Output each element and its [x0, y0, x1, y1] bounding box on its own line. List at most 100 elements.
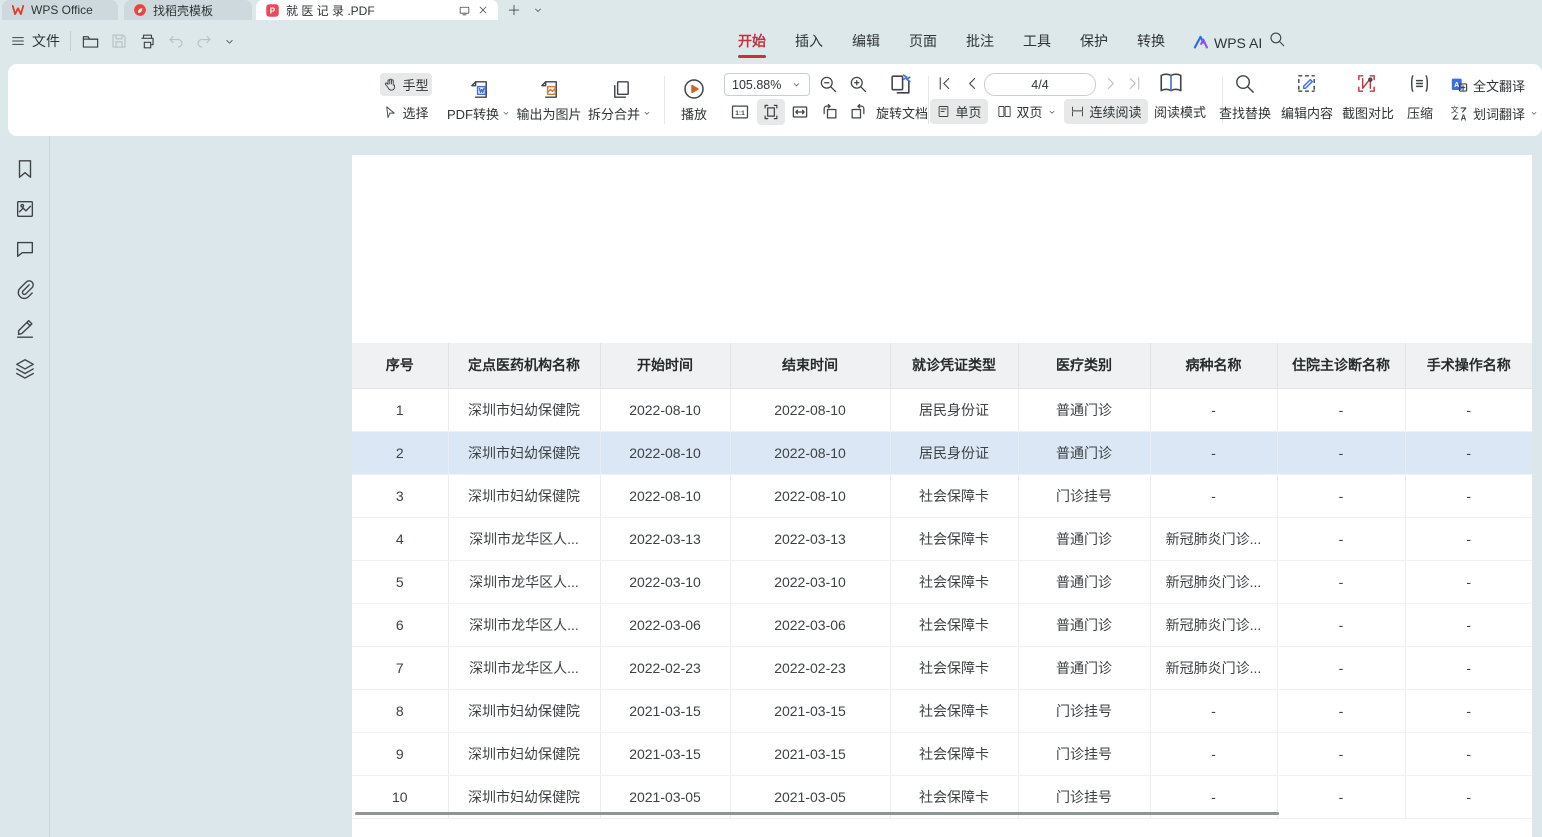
first-page-icon [936, 75, 953, 92]
tab-label: 找稻壳模板 [153, 2, 213, 19]
menu-tab-home[interactable]: 开始 [738, 24, 766, 58]
tab-wps-office[interactable]: WPS Office [2, 0, 118, 20]
menu-tab-edit[interactable]: 编辑 [852, 24, 880, 58]
table-header-cell: 就诊凭证类型 [890, 343, 1018, 388]
prev-page-button[interactable] [964, 75, 981, 92]
zoom-in-button[interactable] [848, 74, 868, 94]
hamburger-menu-icon [10, 33, 26, 49]
table-cell: 9 [352, 732, 448, 775]
layers-icon[interactable] [14, 357, 36, 379]
continuous-read-button[interactable]: 连续阅读 [1064, 99, 1148, 124]
select-tool-button[interactable]: 选择 [380, 101, 432, 124]
table-cell: 社会保障卡 [890, 646, 1018, 689]
menu-search-button[interactable] [1268, 30, 1286, 48]
tab-close-icon[interactable] [477, 4, 489, 16]
first-page-button[interactable] [936, 75, 953, 92]
table-cell: 深圳市妇幼保健院 [448, 388, 600, 431]
tab-medical-record-pdf[interactable]: 就 医 记 录 .PDF [256, 0, 498, 20]
print-icon[interactable] [138, 32, 157, 51]
export-image-label: 输出为图片 [516, 104, 581, 123]
split-merge-label: 拆分合并 [588, 104, 640, 123]
full-text-translate-button[interactable]: 全文翻译 [1450, 74, 1525, 96]
word-translate-button[interactable]: 划词翻译 [1450, 102, 1539, 124]
double-page-label: 双页 [1016, 102, 1042, 121]
table-cell: - [1277, 603, 1405, 646]
undo-icon[interactable] [167, 32, 185, 50]
word-translate-icon [1450, 104, 1469, 123]
read-mode-button[interactable]: 阅读模式 [1150, 99, 1210, 124]
table-cell: 社会保障卡 [890, 517, 1018, 560]
continuous-read-icon [1070, 104, 1085, 119]
last-page-button[interactable] [1126, 75, 1143, 92]
wps-logo-icon [11, 3, 25, 17]
horizontal-scrollbar-thumb[interactable] [355, 812, 1279, 815]
table-cell: 居民身份证 [890, 431, 1018, 474]
table-cell: 普通门诊 [1018, 517, 1150, 560]
menu-tab-page[interactable]: 页面 [909, 24, 937, 58]
hand-tool-button[interactable]: 手型 [380, 73, 432, 96]
menu-tab-comment[interactable]: 批注 [966, 24, 994, 58]
find-replace-button[interactable] [1233, 72, 1256, 95]
compress-label: 压缩 [1407, 103, 1433, 122]
comment-icon[interactable] [14, 238, 36, 260]
zoom-out-button[interactable] [818, 74, 838, 94]
bookmark-icon[interactable] [14, 158, 36, 180]
table-row: 4深圳市龙华区人...2022-03-132022-03-13社会保障卡普通门诊… [352, 517, 1532, 560]
edit-content-button[interactable] [1295, 72, 1318, 95]
actual-size-button[interactable] [730, 102, 750, 122]
table-cell: 深圳市龙华区人... [448, 603, 600, 646]
table-row: 3深圳市妇幼保健院2022-08-102022-08-10社会保障卡门诊挂号--… [352, 474, 1532, 517]
single-page-button[interactable]: 单页 [930, 99, 988, 124]
compress-label-button[interactable]: 压缩 [1404, 103, 1436, 122]
thumbnail-icon[interactable] [14, 198, 36, 220]
compress-button[interactable] [1408, 72, 1431, 95]
actual-size-icon [730, 102, 750, 122]
rotate-left-button[interactable] [820, 102, 840, 122]
signature-pen-icon[interactable] [14, 317, 36, 339]
table-cell: - [1277, 560, 1405, 603]
page-number-input[interactable]: 4/4 [984, 73, 1096, 96]
tab-docer-templates[interactable]: 找稻壳模板 [124, 0, 252, 20]
double-page-button[interactable]: 双页 [994, 99, 1060, 124]
pdf-convert-icon [468, 78, 491, 101]
export-as-image-button[interactable]: 输出为图片 [505, 70, 593, 130]
table-cell: 2022-08-10 [730, 431, 890, 474]
screenshot-compare-button[interactable] [1355, 72, 1378, 95]
tab-split-screen-icon[interactable] [458, 4, 471, 17]
table-cell: - [1405, 560, 1532, 603]
new-tab-button[interactable] [504, 0, 524, 20]
table-cell: 2022-08-10 [600, 474, 730, 517]
next-page-button[interactable] [1102, 75, 1119, 92]
zoom-level-select[interactable]: 105.88% [724, 73, 810, 96]
menu-tab-protect[interactable]: 保护 [1080, 24, 1108, 58]
open-file-icon[interactable] [81, 32, 100, 51]
last-page-icon [1126, 75, 1143, 92]
rotate-right-button[interactable] [848, 102, 868, 122]
table-cell: - [1277, 646, 1405, 689]
table-cell: 普通门诊 [1018, 560, 1150, 603]
chevron-down-icon[interactable] [223, 35, 236, 48]
fit-width-button[interactable] [790, 102, 810, 122]
attachment-icon[interactable] [14, 278, 36, 300]
redo-icon[interactable] [195, 32, 213, 50]
find-replace-label-button[interactable]: 查找替换 [1215, 103, 1275, 122]
tab-list-dropdown[interactable] [528, 0, 548, 20]
replace-pages-button[interactable] [888, 72, 913, 97]
table-cell: - [1150, 431, 1277, 474]
full-translate-label: 全文翻译 [1473, 76, 1525, 95]
read-mode-icon-button[interactable] [1158, 70, 1184, 96]
play-slideshow-button[interactable]: 播放 [670, 70, 718, 130]
file-menu-button[interactable]: 文件 [10, 31, 60, 51]
edit-content-label-button[interactable]: 编辑内容 [1277, 103, 1337, 122]
pdf-convert-label: PDF转换 [447, 104, 499, 123]
menu-tab-insert[interactable]: 插入 [795, 24, 823, 58]
menu-tab-convert[interactable]: 转换 [1137, 24, 1165, 58]
save-icon[interactable] [110, 32, 128, 50]
wps-ai-button[interactable]: WPS AI [1192, 31, 1262, 51]
menu-tab-tools[interactable]: 工具 [1023, 24, 1051, 58]
split-merge-button[interactable]: 拆分合并 [581, 70, 659, 130]
screenshot-compare-label-button[interactable]: 截图对比 [1338, 103, 1398, 122]
table-cell: 普通门诊 [1018, 431, 1150, 474]
fit-page-button[interactable] [757, 99, 785, 125]
rotate-doc-button[interactable]: 旋转文档 [874, 103, 930, 122]
